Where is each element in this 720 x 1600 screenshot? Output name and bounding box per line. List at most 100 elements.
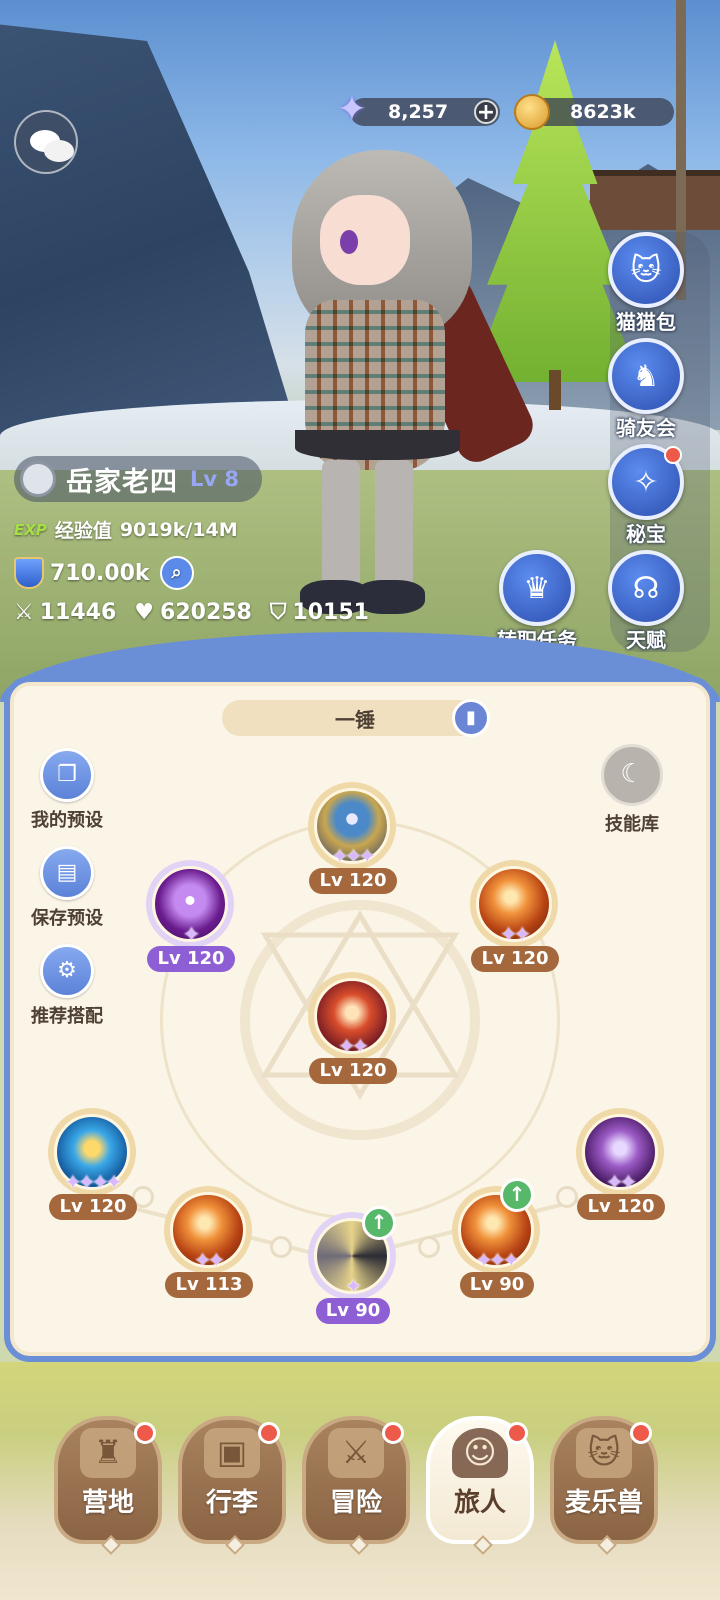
book-icon[interactable]: ▮ bbox=[452, 699, 490, 737]
character-leg bbox=[322, 460, 360, 590]
star-rating: ✦ bbox=[345, 1274, 362, 1298]
defense-value: 10151 bbox=[292, 600, 369, 625]
hp-value: 620258 bbox=[160, 600, 252, 625]
luggage-notification-dot bbox=[258, 1422, 280, 1444]
gem-amount: 8,257 bbox=[388, 101, 449, 123]
star-rating: ✦✦ bbox=[500, 922, 531, 946]
camp-notification-dot bbox=[134, 1422, 156, 1444]
gold-counter: 8623k bbox=[514, 94, 674, 130]
gold-amount: 8623k bbox=[570, 101, 636, 123]
skill-ring: ✦ bbox=[146, 860, 234, 948]
skill-level: Lv 90 bbox=[315, 1298, 391, 1324]
treasure-chest-icon: ✧ bbox=[608, 444, 684, 520]
skill-slot-bottom-left[interactable]: ✦✦✦✦ Lv 120 bbox=[48, 1108, 138, 1220]
add-gems-button[interactable]: + bbox=[474, 100, 498, 124]
character-face bbox=[320, 195, 410, 285]
skill-slot-top[interactable]: ✦✦✦ Lv 120 bbox=[308, 782, 398, 894]
talent-button[interactable]: ☊ 天赋 bbox=[596, 550, 696, 653]
skill-level: Lv 113 bbox=[165, 1272, 253, 1298]
adventure-notification-dot bbox=[382, 1422, 404, 1444]
upgrade-arrow-icon[interactable]: ↑ bbox=[500, 1178, 534, 1212]
star-rating: ✦✦ bbox=[194, 1248, 225, 1272]
nav-luggage-label: 行李 bbox=[205, 1488, 258, 1518]
power-row: 710.00k ⌕ bbox=[14, 556, 194, 590]
nav-traveler[interactable]: ☺ 旅人 bbox=[426, 1416, 534, 1555]
skill-slot-chain-1[interactable]: ✦✦ Lv 113 bbox=[164, 1186, 254, 1298]
nav-adventure-label: 冒险 bbox=[329, 1488, 382, 1518]
preset-selector[interactable]: 一锤 ▮ bbox=[222, 699, 490, 737]
nav-mailebeast-label: 麦乐兽 bbox=[564, 1488, 643, 1518]
cat-bag-icon: 🐱 bbox=[608, 232, 684, 308]
nav-adventure[interactable]: ⚔ 冒险 bbox=[302, 1416, 410, 1555]
exp-tag: EXP bbox=[14, 520, 47, 539]
exp-row: EXP 经验值 9019k/14M bbox=[14, 516, 238, 543]
talent-label: 天赋 bbox=[626, 628, 666, 652]
save-preset-button[interactable]: ▤ 保存预设 bbox=[22, 846, 112, 930]
skill-ring: ✦✦✦✦ bbox=[48, 1108, 136, 1196]
attack-swords-icon: ⚔ bbox=[14, 600, 34, 625]
guild-emblem-icon bbox=[20, 461, 56, 497]
wooden-hut bbox=[590, 170, 720, 230]
crossed-swords-icon: ⚔ bbox=[328, 1428, 384, 1478]
cards-icon: ❐ bbox=[40, 748, 94, 802]
chat-bubble-icon bbox=[44, 140, 74, 162]
chat-button[interactable] bbox=[14, 110, 78, 174]
player-level: Lv 8 bbox=[190, 467, 239, 491]
skill-level: Lv 120 bbox=[49, 1194, 137, 1220]
skill-library-button[interactable]: ☾ 技能库 bbox=[592, 744, 672, 836]
player-character[interactable] bbox=[240, 140, 560, 620]
skill-slot-chain-2[interactable]: ✦ Lv 90 ↑ bbox=[308, 1206, 398, 1324]
backpack-icon: ▣ bbox=[204, 1428, 260, 1478]
horse-head-icon: ♞ bbox=[608, 338, 684, 414]
preset-name: 一锤 bbox=[335, 707, 375, 732]
nav-mailebeast[interactable]: 🐱 麦乐兽 bbox=[550, 1416, 658, 1555]
rider-club-label: 骑友会 bbox=[616, 416, 676, 440]
power-detail-button[interactable]: ⌕ bbox=[159, 556, 194, 590]
skill-level: Lv 90 bbox=[459, 1272, 535, 1298]
skill-ring: ✦✦✦ bbox=[308, 782, 396, 870]
skill-ring: ✦✦ bbox=[470, 860, 558, 948]
crystal-star-icon: ✦ bbox=[336, 89, 368, 130]
gears-icon: ⚙ bbox=[40, 944, 94, 998]
mailebeast-notification-dot bbox=[630, 1422, 652, 1444]
cat-face-icon: 🐱 bbox=[576, 1428, 632, 1478]
skill-slot-bottom-right[interactable]: ✦✦ Lv 120 bbox=[576, 1108, 666, 1220]
skill-level: Lv 120 bbox=[471, 946, 559, 972]
skill-slot-right[interactable]: ✦✦ Lv 120 bbox=[470, 860, 560, 972]
cat-bag-button[interactable]: 🐱 猫猫包 bbox=[596, 232, 696, 335]
skill-level: Lv 120 bbox=[309, 868, 397, 894]
skill-level: Lv 120 bbox=[577, 1194, 665, 1220]
combat-power-icon bbox=[14, 557, 44, 589]
nav-camp[interactable]: ♜ 营地 bbox=[54, 1416, 162, 1555]
traveler-portrait-icon: ☺ bbox=[452, 1428, 508, 1478]
chain-node bbox=[556, 1186, 578, 1208]
skill-slot-chain-3[interactable]: ✦✦✦ Lv 90 ↑ bbox=[452, 1178, 542, 1298]
traveler-notification-dot bbox=[506, 1422, 528, 1444]
character-eye bbox=[340, 230, 358, 254]
nav-luggage[interactable]: ▣ 行李 bbox=[178, 1416, 286, 1555]
upgrade-arrow-icon[interactable]: ↑ bbox=[362, 1206, 396, 1240]
skill-slot-left[interactable]: ✦ Lv 120 bbox=[146, 860, 236, 972]
combat-power-value: 710.00k bbox=[50, 560, 150, 586]
treasure-notification-dot bbox=[664, 446, 682, 464]
attack-value: 11446 bbox=[39, 600, 117, 625]
star-rating: ✦✦✦✦ bbox=[64, 1170, 122, 1194]
stats-row: ⚔ 11446 ♥ 620258 ⛉ 10151 bbox=[14, 600, 387, 625]
my-presets-button[interactable]: ❐ 我的预设 bbox=[22, 748, 112, 832]
star-rating: ✦✦✦ bbox=[475, 1248, 519, 1272]
chain-node bbox=[270, 1236, 292, 1258]
star-rating: ✦✦✦ bbox=[331, 844, 375, 868]
castle-icon: ♜ bbox=[80, 1428, 136, 1478]
treasure-button[interactable]: ✧ 秘宝 bbox=[596, 444, 696, 547]
skill-level: Lv 120 bbox=[147, 946, 235, 972]
nav-traveler-label: 旅人 bbox=[453, 1488, 506, 1518]
cat-bag-label: 猫猫包 bbox=[616, 310, 676, 334]
recommended-button[interactable]: ⚙ 推荐搭配 bbox=[22, 944, 112, 1028]
skill-slot-center[interactable]: ✦✦ Lv 120 bbox=[308, 972, 398, 1084]
exp-value: 9019k/14M bbox=[119, 518, 238, 541]
rider-club-button[interactable]: ♞ 骑友会 bbox=[596, 338, 696, 441]
nav-camp-label: 营地 bbox=[81, 1488, 134, 1518]
player-nameplate[interactable]: 岳家老四 Lv 8 bbox=[14, 456, 262, 502]
star-rating: ✦✦ bbox=[606, 1170, 637, 1194]
gem-counter: ✦ 8,257 + bbox=[337, 90, 500, 130]
